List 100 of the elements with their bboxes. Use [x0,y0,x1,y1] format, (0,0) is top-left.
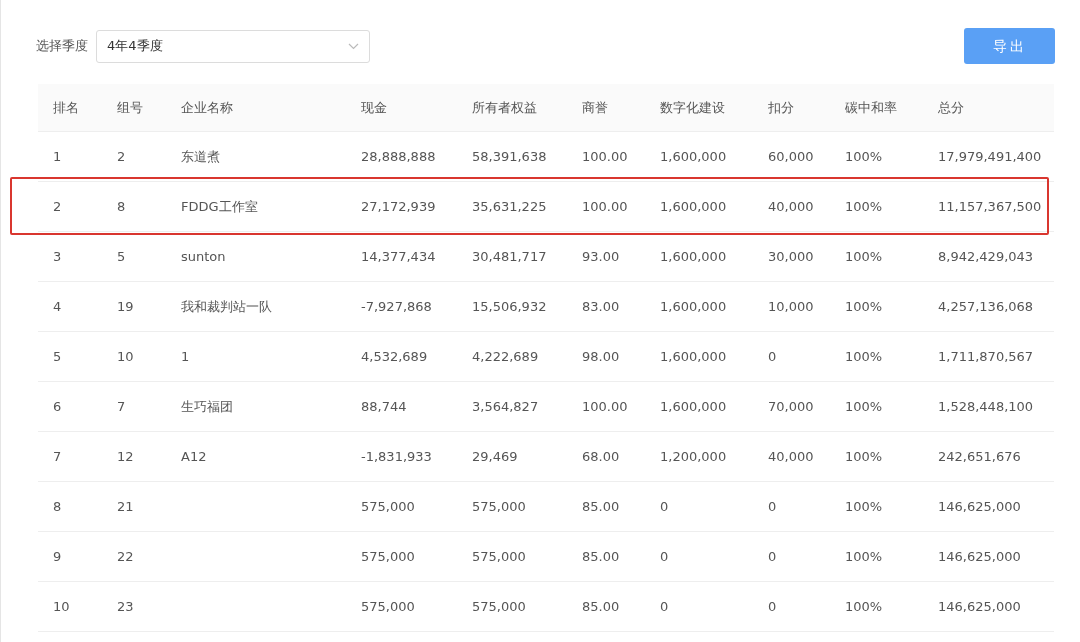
table-cell: 242,651,676 [938,448,1021,464]
chevron-down-icon [348,42,359,50]
table-cell: 21 [117,498,134,514]
table-cell: 146,625,000 [938,498,1021,514]
table-cell: 4,222,689 [472,348,539,364]
table-cell: 19 [117,298,134,314]
table-cell: 100% [845,298,883,314]
table-cell: 1,600,000 [660,398,727,414]
table-cell: 35,631,225 [472,198,547,214]
table-cell: 6 [53,398,62,414]
table-cell: 30,000 [768,248,814,264]
table-cell: 30,481,717 [472,248,547,264]
table-cell: 88,744 [361,398,407,414]
table-cell: 85.00 [582,548,620,564]
table-cell: 12 [117,448,134,464]
table-cell: 100.00 [582,398,628,414]
table-cell: 100.00 [582,148,628,164]
table-cell: 575,000 [361,498,415,514]
table-cell: 1,600,000 [660,348,727,364]
table-cell: 23 [117,598,134,614]
table-cell: 1,600,000 [660,298,727,314]
table-cell: 40,000 [768,448,814,464]
table-cell: 11,157,367,500 [938,198,1042,214]
table-cell: 14,377,434 [361,248,436,264]
table-cell: 8 [53,498,62,514]
table-cell: 575,000 [472,598,526,614]
table-cell: 4 [53,298,62,314]
table-cell: 83.00 [582,298,620,314]
table-cell: 100.00 [582,198,628,214]
table-cell: 生巧福团 [181,398,233,414]
table-cell: 100% [845,148,883,164]
column-header: 数字化建设 [659,98,726,117]
table-cell: 100% [845,248,883,264]
table-cell: 7 [117,398,126,414]
table-cell: sunton [181,248,226,264]
table-cell: FDDG工作室 [181,198,258,214]
table-cell: 98.00 [582,348,620,364]
table-cell: 1 [53,148,62,164]
table-cell: 3,564,827 [472,398,539,414]
table-cell: 100% [845,448,883,464]
table-cell: 8 [117,198,126,214]
table-cell: 5 [117,248,126,264]
table-cell: 1,600,000 [660,248,727,264]
column-header: 现金 [360,98,388,117]
table-cell: 146,625,000 [938,598,1021,614]
table-cell: -7,927,868 [361,298,432,314]
table-cell: 22 [117,548,134,564]
table-cell: 10 [117,348,134,364]
table-cell: 2 [117,148,126,164]
table-cell: 100% [845,348,883,364]
table-cell: 575,000 [361,548,415,564]
table-cell: 70,000 [768,398,814,414]
table-cell: 85.00 [582,598,620,614]
table-cell: 9 [53,548,62,564]
column-header: 总分 [937,98,965,117]
table-cell: 28,888,888 [361,148,436,164]
table-cell: 0 [768,598,777,614]
table-cell: 85.00 [582,498,620,514]
table-cell: 1 [181,348,190,364]
column-header: 所有者权益 [471,98,538,117]
table-cell: 575,000 [472,498,526,514]
table-cell: 1,528,448,100 [938,398,1034,414]
column-header: 组号 [116,98,144,117]
column-header: 扣分 [767,98,795,117]
table-cell: 我和裁判站一队 [181,298,272,314]
table-cell: 3 [53,248,62,264]
table-cell: A12 [181,448,207,464]
table-cell: 1,600,000 [660,198,727,214]
table-cell: 8,942,429,043 [938,248,1034,264]
column-header: 商誉 [581,98,609,117]
table-cell: 1,200,000 [660,448,727,464]
table-cell: 575,000 [361,598,415,614]
table-cell: 0 [660,598,669,614]
table-cell: 0 [768,348,777,364]
table-cell: 15,506,932 [472,298,547,314]
column-header: 碳中和率 [844,98,898,117]
table-cell: 0 [768,498,777,514]
table-cell: 100% [845,548,883,564]
table-cell: -1,831,933 [361,448,432,464]
table-cell: 1,600,000 [660,148,727,164]
table-cell: 2 [53,198,62,214]
table-cell: 0 [660,498,669,514]
table-cell: 146,625,000 [938,548,1021,564]
table-cell: 100% [845,598,883,614]
table-cell: 575,000 [472,548,526,564]
table-cell: 100% [845,198,883,214]
table-cell: 17,979,491,400 [938,148,1042,164]
table-cell: 40,000 [768,198,814,214]
filter-label: 选择季度 [36,37,88,56]
table-cell: 100% [845,398,883,414]
table-cell: 93.00 [582,248,620,264]
table-cell: 60,000 [768,148,814,164]
column-header: 排名 [52,98,80,117]
table-cell: 1,711,870,567 [938,348,1034,364]
table-cell: 10 [53,598,70,614]
table-cell: 0 [660,548,669,564]
column-header: 企业名称 [180,98,234,117]
table-cell: 100% [845,498,883,514]
quarter-select[interactable]: 4年4季度 [96,29,370,63]
table-cell: 5 [53,348,62,364]
